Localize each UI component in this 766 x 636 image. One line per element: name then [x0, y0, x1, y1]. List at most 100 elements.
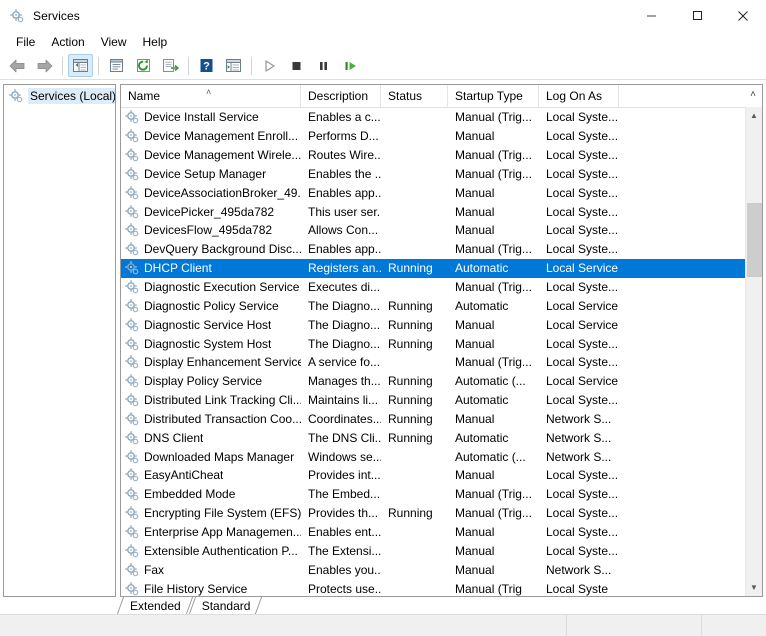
tab-standard[interactable]: Standard [190, 597, 260, 614]
menu-action[interactable]: Action [43, 33, 92, 51]
service-startup-type-cell: Automatic (... [455, 449, 526, 464]
service-name-label: Downloaded Maps Manager [144, 449, 295, 464]
table-row[interactable]: Device Management Enroll... Performs D...… [121, 127, 762, 146]
table-row[interactable]: Extensible Authentication P... The Extens… [121, 541, 762, 560]
vertical-scrollbar[interactable]: ▲ ▼ [745, 107, 762, 596]
service-description-cell: Manages th... [308, 374, 381, 389]
tree-item-services-local[interactable]: Services (Local) [4, 87, 115, 105]
stop-service-icon[interactable] [284, 54, 309, 77]
table-row[interactable]: Distributed Transaction Coo... Coordinate… [121, 410, 762, 429]
service-startup-type-cell: Manual (Trig... [455, 487, 532, 502]
services-gear-icon [124, 392, 140, 408]
status-bar-message [0, 615, 566, 636]
service-log-on-as-cell: Local Syste... [546, 336, 619, 351]
status-bar-panel-1 [566, 615, 701, 636]
scroll-down-icon[interactable]: ▼ [746, 579, 762, 596]
start-service-icon[interactable] [257, 54, 282, 77]
table-row[interactable]: Diagnostic Execution Service Executes di.… [121, 278, 762, 297]
service-log-on-as-cell: Local Syste... [546, 129, 619, 144]
scrollbar-thumb[interactable] [747, 203, 762, 277]
table-row[interactable]: Encrypting File System (EFS) Provides th.… [121, 504, 762, 523]
table-row[interactable]: Embedded Mode The Embed... Manual (Trig...… [121, 485, 762, 504]
column-header-startup-type[interactable]: Startup Type [448, 85, 539, 107]
service-status-cell: Running [388, 430, 433, 445]
services-gear-icon [124, 241, 140, 257]
table-row[interactable]: Enterprise App Managemen... Enables ent..… [121, 523, 762, 542]
table-row[interactable]: Display Policy Service Manages th... Runni… [121, 372, 762, 391]
service-startup-type-cell: Manual (Trig... [455, 355, 532, 370]
column-header-name[interactable]: Name ˄ [121, 85, 301, 107]
table-row[interactable]: DevicesFlow_495da782 Allows Con... Manual L… [121, 221, 762, 240]
menu-help[interactable]: Help [135, 33, 176, 51]
table-row[interactable]: File History Service Protects use... Manua… [121, 579, 762, 596]
table-row[interactable]: DHCP Client Registers an... Running Automat… [121, 258, 762, 278]
services-gear-icon [124, 505, 140, 521]
forward-arrow-icon[interactable] [32, 54, 57, 77]
service-log-on-as-cell: Local Service [546, 298, 619, 313]
table-row[interactable]: EasyAntiCheat Provides int... Manual Local … [121, 466, 762, 485]
service-name-label: Display Enhancement Service [144, 355, 301, 370]
service-startup-type-cell: Manual [455, 204, 495, 219]
column-header-status[interactable]: Status [381, 85, 448, 107]
table-row[interactable]: DeviceAssociationBroker_49... Enables app… [121, 183, 762, 202]
service-log-on-as-cell: Local Syste... [546, 223, 619, 238]
maximize-button[interactable] [674, 0, 720, 31]
menu-view[interactable]: View [93, 33, 135, 51]
console-tree-pane: Services (Local) [3, 84, 116, 597]
service-startup-type-cell: Manual [455, 129, 495, 144]
table-row[interactable]: Display Enhancement Service A service fo.… [121, 353, 762, 372]
pause-service-icon[interactable] [311, 54, 336, 77]
service-log-on-as-cell: Network S... [546, 430, 612, 445]
minimize-button[interactable] [628, 0, 674, 31]
table-row[interactable]: Fax Enables you... Manual Network S... [121, 560, 762, 579]
service-name-cell: DeviceAssociationBroker_49... [121, 185, 301, 201]
service-name-cell: Display Policy Service [121, 373, 301, 389]
scroll-up-icon[interactable]: ▲ [746, 107, 762, 124]
table-row[interactable]: Diagnostic Policy Service The Diagno... Ru… [121, 296, 762, 315]
table-row[interactable]: Device Install Service Enables a c... Manu… [121, 108, 762, 127]
services-gear-icon [9, 8, 25, 24]
service-log-on-as-cell: Network S... [546, 562, 612, 577]
table-row[interactable]: DevicePicker_495da782 This user ser... Man… [121, 202, 762, 221]
service-description-cell: The Embed... [308, 487, 381, 502]
refresh-icon[interactable] [131, 54, 156, 77]
service-description-cell: Windows se... [308, 449, 381, 464]
column-header-description[interactable]: Description [301, 85, 381, 107]
service-name-label: DNS Client [144, 430, 204, 445]
table-row[interactable]: Device Setup Manager Enables the ... Manua… [121, 165, 762, 184]
close-button[interactable] [720, 0, 766, 31]
service-name-label: DeviceAssociationBroker_49... [144, 185, 301, 200]
service-name-cell: Diagnostic Policy Service [121, 298, 301, 314]
table-row[interactable]: Diagnostic System Host The Diagno... Runni… [121, 334, 762, 353]
table-row[interactable]: Distributed Link Tracking Cli... Maintain… [121, 391, 762, 410]
service-description-cell: Enables app... [308, 242, 381, 257]
toolbar: ? [0, 52, 766, 80]
show-action-pane-icon[interactable] [221, 54, 246, 77]
service-startup-type-cell: Manual [455, 317, 495, 332]
table-row[interactable]: Diagnostic Service Host The Diagno... Runn… [121, 315, 762, 334]
service-description-cell: Provides int... [308, 468, 381, 483]
table-row[interactable]: Downloaded Maps Manager Windows se... Auto… [121, 447, 762, 466]
column-header-log-on-as[interactable]: Log On As [539, 85, 619, 107]
service-name-cell: Diagnostic Service Host [121, 317, 301, 333]
service-log-on-as-cell: Local Syste... [546, 355, 619, 370]
services-gear-icon [124, 109, 140, 125]
menu-file[interactable]: File [8, 33, 43, 51]
restart-service-icon[interactable] [338, 54, 363, 77]
help-icon[interactable]: ? [194, 54, 219, 77]
table-row[interactable]: DevQuery Background Disc... Enables app..… [121, 240, 762, 259]
back-arrow-icon[interactable] [5, 54, 30, 77]
table-row[interactable]: Device Management Wirele... Routes Wire..… [121, 146, 762, 165]
service-name-cell: DHCP Client [121, 260, 301, 276]
tab-extended[interactable]: Extended [118, 597, 190, 614]
export-list-icon[interactable] [158, 54, 183, 77]
service-name-label: Device Install Service [144, 110, 259, 125]
service-description-cell: Maintains li... [308, 393, 379, 408]
service-startup-type-cell: Manual (Trig... [455, 166, 532, 181]
table-row[interactable]: DNS Client The DNS Cli... Running Automatic… [121, 428, 762, 447]
show-hide-console-tree-icon[interactable] [68, 54, 93, 77]
service-log-on-as-cell: Local Syste... [546, 506, 619, 521]
column-header-log-on-as-label: Log On As [546, 89, 603, 103]
service-name-label: DevQuery Background Disc... [144, 242, 301, 257]
properties-icon[interactable] [104, 54, 129, 77]
